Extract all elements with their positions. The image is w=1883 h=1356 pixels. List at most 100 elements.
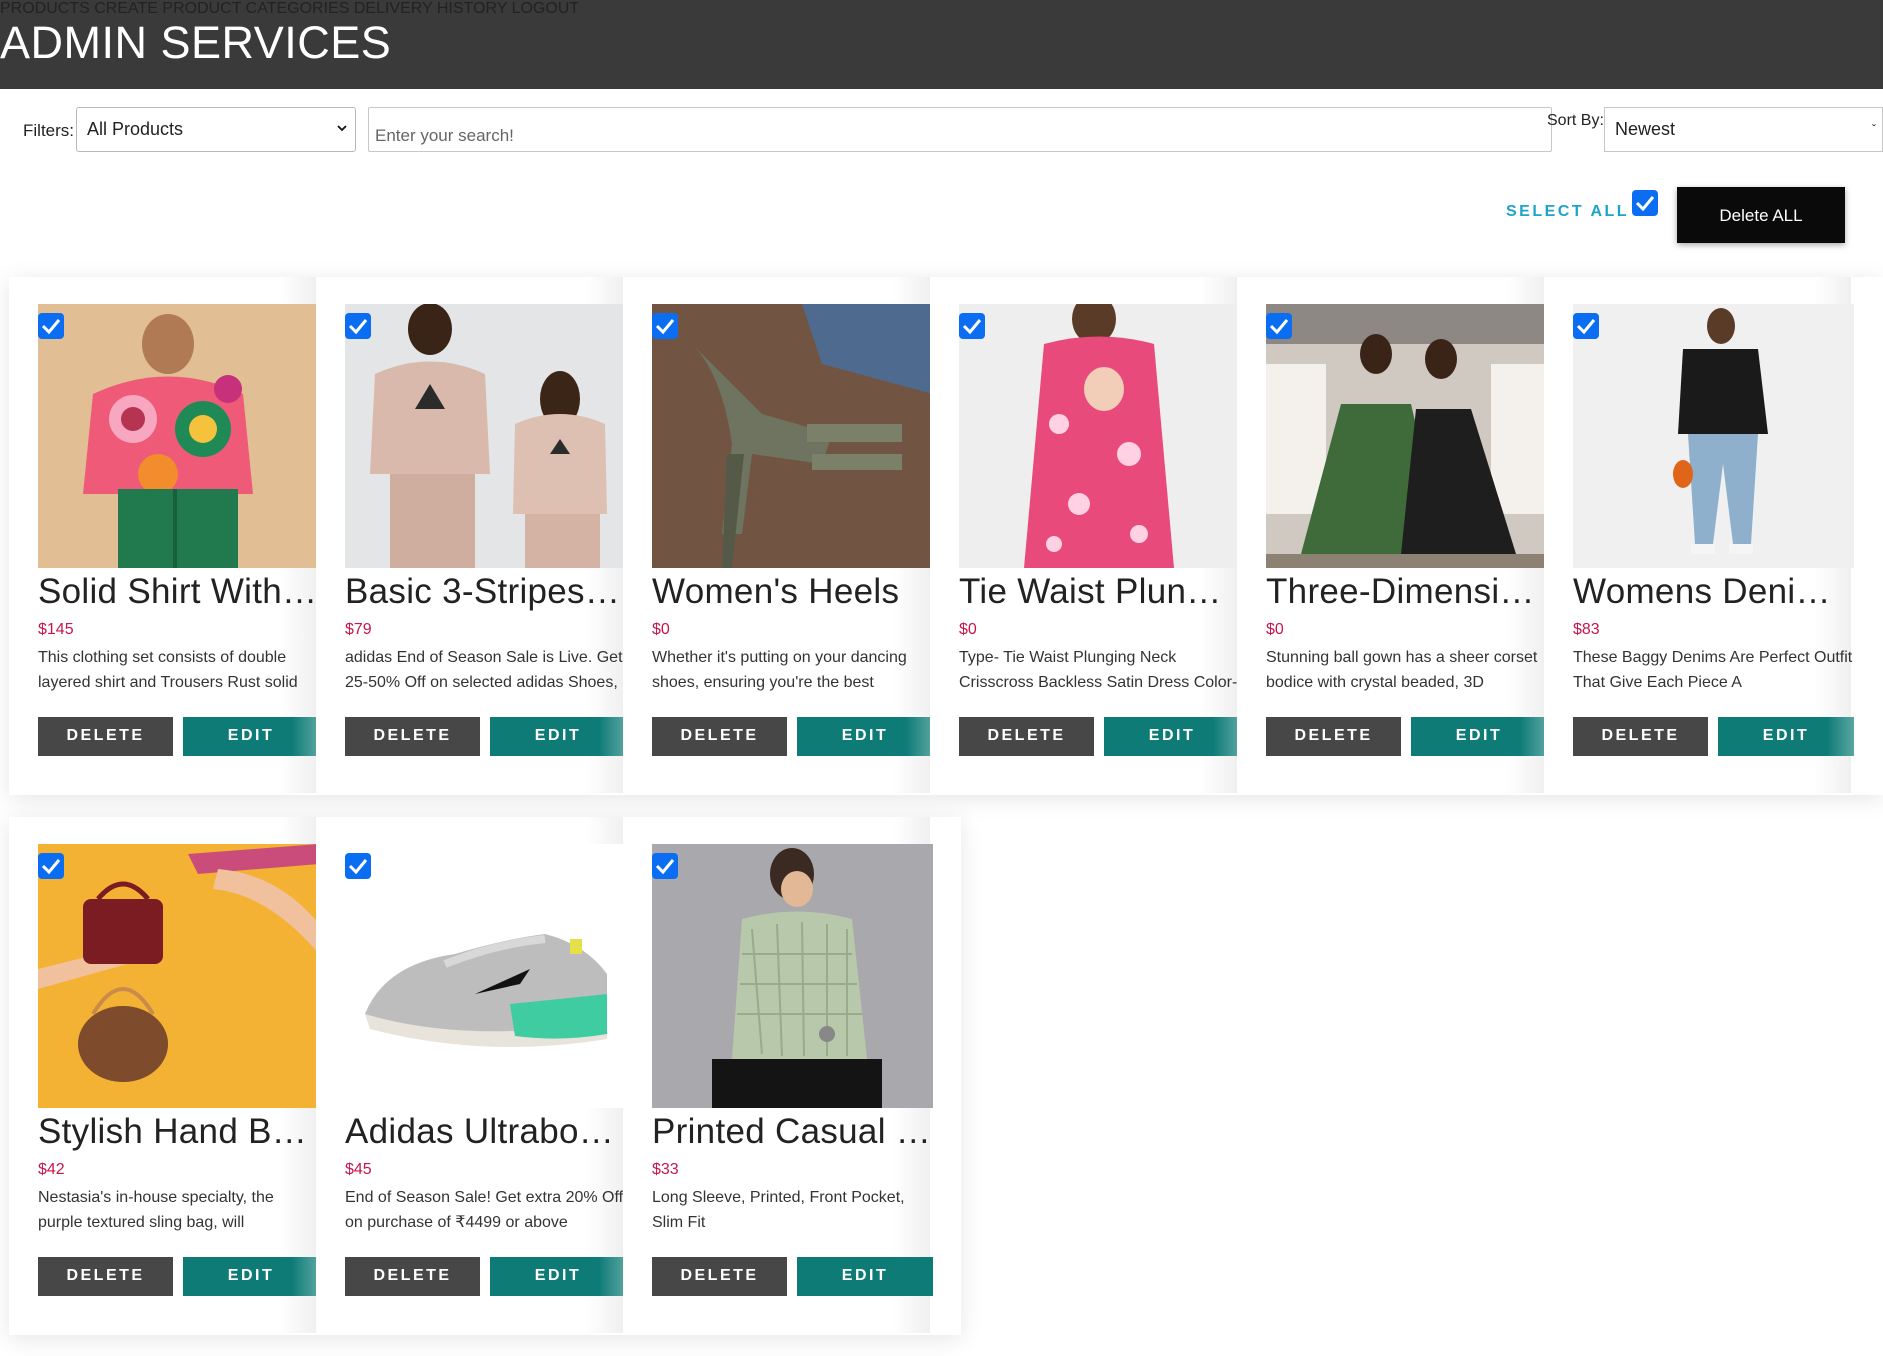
chevron-down-icon: ˇ <box>1872 122 1876 136</box>
product-image <box>38 304 319 568</box>
product-title: Basic 3-Stripes Tee <box>345 572 626 611</box>
product-image <box>1266 304 1547 568</box>
product-description: End of Season Sale! Get extra 20% Off on… <box>345 1189 624 1231</box>
product-image <box>652 844 933 1108</box>
product-price: $42 <box>38 1161 65 1178</box>
product-description: adidas End of Season Sale is Live. Get 2… <box>345 649 623 691</box>
category-filter-value: All Products <box>87 119 184 139</box>
product-description: Nestasia's in-house specialty, the purpl… <box>38 1189 274 1231</box>
product-description: Whether it's putting on your dancing sho… <box>652 649 907 691</box>
product-title: Womens Denim Jeans <box>1573 572 1854 611</box>
nav-delivery[interactable]: DELIVERY <box>354 0 433 17</box>
product-card: Adidas Ultraboost Shoes $45 End of Seaso… <box>316 817 626 1333</box>
product-checkbox[interactable] <box>38 313 64 339</box>
product-price: $0 <box>959 621 977 638</box>
product-title: Printed Casual Shirt <box>652 1112 933 1151</box>
checkmark-icon <box>655 319 675 335</box>
delete-button[interactable]: DELETE <box>38 717 173 756</box>
product-title: Solid Shirt With Trousers <box>38 572 319 611</box>
product-title: Tie Waist Plunging Neck <box>959 572 1240 611</box>
delete-button[interactable]: DELETE <box>1573 717 1708 756</box>
product-card: Women's Heels $0 Whether it's putting on… <box>623 277 933 793</box>
top-navbar: ADMIN SERVICES PRODUCTS CREATE PRODUCT C… <box>0 0 1883 89</box>
category-filter-select[interactable]: All Products <box>76 107 356 152</box>
checkmark-icon <box>41 859 61 875</box>
edit-button[interactable]: EDIT <box>797 717 933 756</box>
filters-label: Filters: <box>23 121 74 140</box>
edit-button[interactable]: EDIT <box>490 1257 626 1296</box>
product-checkbox[interactable] <box>345 313 371 339</box>
product-title: Adidas Ultraboost Shoes <box>345 1112 626 1151</box>
edit-button[interactable]: EDIT <box>1104 717 1240 756</box>
chevron-down-icon <box>337 125 347 132</box>
delete-button[interactable]: DELETE <box>345 1257 480 1296</box>
checkmark-icon <box>655 859 675 875</box>
product-description: Stunning ball gown has a sheer corset bo… <box>1266 649 1538 691</box>
nav-categories[interactable]: CATEGORIES <box>246 0 350 17</box>
delete-button[interactable]: DELETE <box>38 1257 173 1296</box>
edit-button[interactable]: EDIT <box>183 1257 319 1296</box>
delete-button[interactable]: DELETE <box>652 717 787 756</box>
product-image <box>959 304 1240 568</box>
checkmark-icon <box>1269 319 1289 335</box>
product-checkbox[interactable] <box>345 853 371 879</box>
product-card: Womens Denim Jeans $83 These Baggy Denim… <box>1544 277 1854 793</box>
product-price: $79 <box>345 621 372 638</box>
product-checkbox[interactable] <box>652 853 678 879</box>
product-card: Tie Waist Plunging Neck $0 Type- Tie Wai… <box>930 277 1240 793</box>
product-title: Three-Dimensional Gown <box>1266 572 1547 611</box>
checkmark-icon <box>1635 196 1655 212</box>
sort-label: Sort By: <box>1547 112 1604 129</box>
product-image <box>345 304 626 568</box>
edit-button[interactable]: EDIT <box>797 1257 933 1296</box>
delete-button[interactable]: DELETE <box>345 717 480 756</box>
product-image <box>1573 304 1854 568</box>
checkmark-icon <box>348 859 368 875</box>
delete-all-button[interactable]: Delete ALL <box>1677 187 1845 243</box>
edit-button[interactable]: EDIT <box>1411 717 1547 756</box>
product-card: Solid Shirt With Trousers $145 This clot… <box>9 277 319 793</box>
sort-value: Newest <box>1615 119 1676 139</box>
nav-create-product[interactable]: CREATE PRODUCT <box>94 0 241 17</box>
delete-button[interactable]: DELETE <box>652 1257 787 1296</box>
edit-button[interactable]: EDIT <box>183 717 319 756</box>
search-input[interactable] <box>368 107 1552 152</box>
sort-select[interactable]: Newest ˇ <box>1604 107 1883 152</box>
product-title: Stylish Hand Bags <box>38 1112 319 1151</box>
nav-products[interactable]: PRODUCTS <box>0 0 90 17</box>
nav-logout[interactable]: LOGOUT <box>512 0 580 17</box>
product-image <box>345 844 626 1108</box>
checkmark-icon <box>348 319 368 335</box>
edit-button[interactable]: EDIT <box>1718 717 1854 756</box>
product-checkbox[interactable] <box>1266 313 1292 339</box>
delete-button[interactable]: DELETE <box>1266 717 1401 756</box>
product-description: These Baggy Denims Are Perfect Outfit Th… <box>1573 649 1853 691</box>
product-price: $0 <box>1266 621 1284 638</box>
product-checkbox[interactable] <box>652 313 678 339</box>
product-checkbox[interactable] <box>959 313 985 339</box>
checkmark-icon <box>1576 319 1596 335</box>
select-all-checkbox[interactable] <box>1632 190 1658 216</box>
product-checkbox[interactable] <box>1573 313 1599 339</box>
delete-button[interactable]: DELETE <box>959 717 1094 756</box>
select-all-label[interactable]: SELECT ALL <box>1506 203 1629 221</box>
product-card: Basic 3-Stripes Tee $79 adidas End of Se… <box>316 277 626 793</box>
checkmark-icon <box>41 319 61 335</box>
product-price: $45 <box>345 1161 372 1178</box>
product-image <box>652 304 933 568</box>
product-title: Women's Heels <box>652 572 900 611</box>
product-price: $0 <box>652 621 670 638</box>
product-card: Printed Casual Shirt $33 Long Sleeve, Pr… <box>623 817 933 1333</box>
brand-title: ADMIN SERVICES <box>0 17 392 68</box>
edit-button[interactable]: EDIT <box>490 717 626 756</box>
product-price: $83 <box>1573 621 1600 638</box>
product-card: Stylish Hand Bags $42 Nestasia's in-hous… <box>9 817 319 1333</box>
product-description: This clothing set consists of double lay… <box>38 649 298 691</box>
product-price: $145 <box>38 621 74 638</box>
product-price: $33 <box>652 1161 679 1178</box>
product-checkbox[interactable] <box>38 853 64 879</box>
nav-history[interactable]: HISTORY <box>437 0 507 17</box>
product-image <box>38 844 319 1108</box>
product-description: Long Sleeve, Printed, Front Pocket, Slim… <box>652 1189 905 1231</box>
product-card: Three-Dimensional Gown $0 Stunning ball … <box>1237 277 1547 793</box>
